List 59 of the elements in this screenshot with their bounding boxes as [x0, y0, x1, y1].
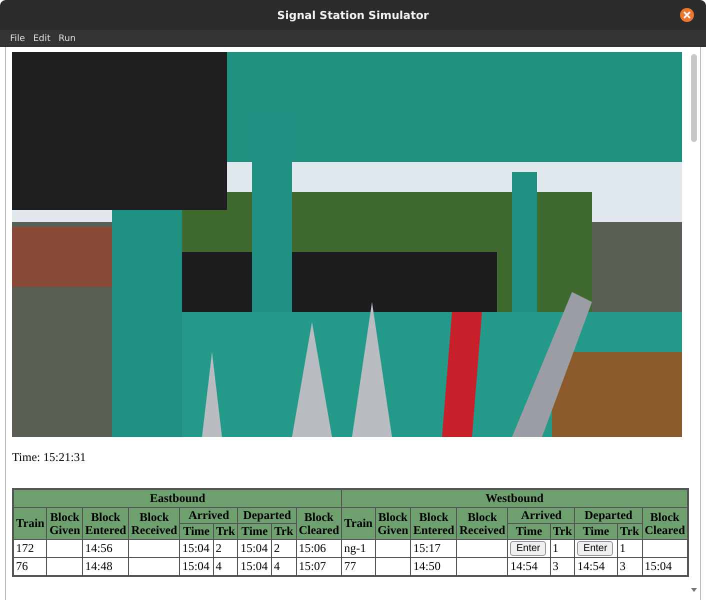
column-header: Trk [213, 524, 238, 540]
column-header: Departed [238, 508, 296, 524]
table-cell: 14:50 [410, 558, 457, 576]
window-title: Signal Station Simulator [277, 8, 429, 22]
table-cell: 14:54 [508, 558, 550, 576]
column-header: Trk [550, 524, 575, 540]
time-label: Time: 15:21:31 [12, 450, 87, 465]
column-header: Arrived [508, 508, 575, 524]
column-header: Trk [271, 524, 296, 540]
group-header: Westbound [342, 489, 688, 508]
column-header: Block Entered [82, 508, 129, 540]
table-cell: 4 [213, 558, 238, 576]
column-header: Block Entered [410, 508, 457, 540]
table-cell: 14:54 [574, 558, 618, 576]
column-header: Block Given [375, 508, 411, 540]
table-cell: 15:07 [296, 558, 342, 576]
table-cell: 14:48 [82, 558, 129, 576]
table-cell: 77 [342, 558, 376, 576]
table-cell: 3 [550, 558, 575, 576]
enter-button[interactable]: Enter [510, 541, 546, 556]
column-header: Arrived [180, 508, 238, 524]
column-header: Train [13, 508, 47, 540]
column-header: Block Received [456, 508, 508, 540]
table-cell: 15:04 [180, 540, 214, 558]
table-cell: 2 [271, 540, 296, 558]
table-cell: 4 [271, 558, 296, 576]
scrollbar-thumb[interactable] [691, 54, 697, 142]
column-header: Trk [617, 524, 642, 540]
table-cell: 172 [13, 540, 47, 558]
column-header: Block Received [128, 508, 180, 540]
column-header: Time [508, 524, 550, 540]
column-header: Train [342, 508, 376, 540]
table-cell: 15:04 [238, 540, 272, 558]
table-cell: 76 [13, 558, 47, 576]
table-cell: 15:04 [180, 558, 214, 576]
column-header: Block Cleared [642, 508, 688, 540]
table-cell: 1 [617, 540, 642, 558]
table-cell: 14:56 [82, 540, 129, 558]
table-cell: 2 [213, 540, 238, 558]
group-header: Eastbound [13, 489, 342, 508]
close-button[interactable] [680, 8, 694, 22]
menu-item[interactable]: Run [58, 34, 76, 44]
table-cell: 1 [550, 540, 575, 558]
table-cell: 3 [617, 558, 642, 576]
column-header: Block Given [46, 508, 83, 540]
column-header: Time [238, 524, 272, 540]
menu-item[interactable]: Edit [33, 34, 50, 44]
table-cell: ng-1 [342, 540, 376, 558]
column-header: Departed [574, 508, 642, 524]
table-cell: 15:17 [410, 540, 457, 558]
enter-button[interactable]: Enter [577, 541, 614, 556]
column-header: Time [574, 524, 618, 540]
table-cell: 15:04 [642, 558, 688, 576]
scroll-down-icon[interactable] [691, 588, 697, 592]
column-header: Block Cleared [296, 508, 342, 540]
table-cell: 15:06 [296, 540, 342, 558]
menu-item[interactable]: File [10, 34, 26, 44]
column-header: Time [180, 524, 214, 540]
table-cell: 15:04 [238, 558, 272, 576]
